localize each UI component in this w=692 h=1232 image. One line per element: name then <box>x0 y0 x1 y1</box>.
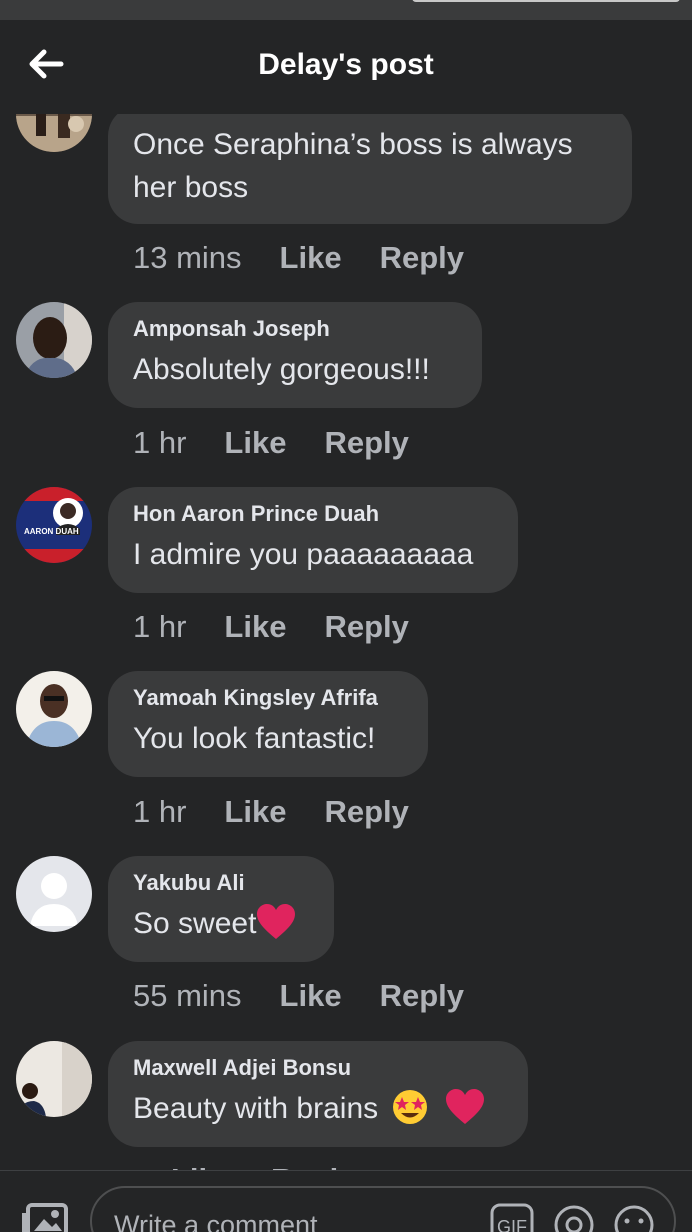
post-header: Delay's post <box>0 20 692 114</box>
reply-button[interactable]: Reply <box>271 1162 355 1170</box>
comment-text: I admire you paaaaaaaaa <box>133 538 474 571</box>
comment-text-line-1: Once Seraphina’s boss is always <box>133 128 573 161</box>
comment-text-row: So sweet <box>133 902 308 945</box>
comment-time: 1 hr <box>133 425 187 460</box>
comment-time: 13 mins <box>133 240 242 275</box>
reply-button[interactable]: Reply <box>380 978 464 1014</box>
reply-button[interactable]: Reply <box>324 794 408 830</box>
post-comments-screen: Once Seraphina’s boss is always her boss… <box>0 0 692 1232</box>
comment-text: You look fantastic! <box>133 722 376 755</box>
gif-button[interactable]: GIF <box>490 1203 534 1232</box>
comment-author[interactable]: Yakubu Ali <box>133 870 308 896</box>
avatar-caption: AARON DUAH <box>24 527 79 536</box>
like-button[interactable]: Like <box>224 609 286 645</box>
comment-meta: 1 hr Like Reply <box>133 609 409 645</box>
avatar-photo-icon <box>16 671 92 747</box>
star-struck-icon <box>393 1090 428 1125</box>
mention-button[interactable] <box>552 1203 596 1232</box>
reply-button[interactable]: Reply <box>324 425 408 461</box>
comment-bubble[interactable]: Amponsah Joseph Absolutely gorgeous!!! <box>108 302 482 408</box>
avatar-campaign-icon: AARON DUAH <box>16 487 92 563</box>
comment-text-row: Beauty with brains <box>133 1087 502 1130</box>
comment-composer: Write a comment GIF <box>0 1170 692 1232</box>
red-heart-icon <box>257 904 296 940</box>
reply-button[interactable]: Reply <box>380 240 464 276</box>
like-button[interactable]: Like <box>224 794 286 830</box>
comment-meta-partial: Like Reply <box>133 1162 355 1170</box>
photo-icon <box>22 1203 68 1232</box>
comment-bubble[interactable]: Hon Aaron Prince Duah I admire you paaaa… <box>108 487 518 593</box>
comment-author[interactable]: Hon Aaron Prince Duah <box>133 501 492 527</box>
reply-button[interactable]: Reply <box>324 609 408 645</box>
gif-label: GIF <box>497 1217 527 1232</box>
at-mention-icon <box>554 1205 594 1232</box>
comment-text: Beauty with brains <box>133 1092 379 1125</box>
like-button[interactable]: Like <box>224 425 286 461</box>
page-title: Delay's post <box>258 48 434 81</box>
avatar[interactable] <box>16 671 92 747</box>
comment-text-line-2: her boss <box>133 171 249 204</box>
red-heart-icon <box>445 1089 484 1125</box>
comment-text: Absolutely gorgeous!!! <box>133 353 430 386</box>
comment-author[interactable]: Yamoah Kingsley Afrifa <box>133 685 402 711</box>
comment-bubble[interactable]: Yamoah Kingsley Afrifa You look fantasti… <box>108 671 428 777</box>
comment-meta: 1 hr Like Reply <box>133 425 409 461</box>
comment-meta: 55 mins Like Reply <box>133 978 464 1014</box>
emoji-button[interactable] <box>612 1203 656 1232</box>
photo-button[interactable] <box>20 1201 74 1232</box>
comment-time: 1 hr <box>133 794 187 829</box>
like-button[interactable]: Like <box>280 978 342 1014</box>
default-avatar-icon <box>16 856 92 932</box>
comment-list[interactable]: Once Seraphina’s boss is always her boss… <box>0 0 692 1170</box>
comment-meta: 1 hr Like Reply <box>133 794 409 830</box>
comment-author[interactable]: Maxwell Adjei Bonsu <box>133 1055 502 1081</box>
comment-meta: 13 mins Like Reply <box>133 240 464 276</box>
avatar[interactable]: AARON DUAH <box>16 487 92 563</box>
avatar-photo-icon <box>16 302 92 378</box>
comment-author[interactable]: Amponsah Joseph <box>133 316 456 342</box>
emoji-smile-icon <box>614 1205 654 1232</box>
comment-bubble[interactable]: Yakubu Ali So sweet <box>108 856 334 962</box>
comment-text: So sweet <box>133 907 257 940</box>
comment-time: 55 mins <box>133 978 242 1013</box>
comment-time: 1 hr <box>133 609 187 644</box>
comment-bubble[interactable]: Once Seraphina’s boss is always her boss <box>108 106 632 224</box>
like-button[interactable]: Like <box>171 1162 233 1170</box>
avatar[interactable] <box>16 1041 92 1117</box>
comment-bubble[interactable]: Maxwell Adjei Bonsu Beauty with brains <box>108 1041 528 1147</box>
like-button[interactable]: Like <box>280 240 342 276</box>
avatar[interactable] <box>16 302 92 378</box>
avatar[interactable] <box>16 856 92 932</box>
avatar-photo-icon <box>16 1041 92 1117</box>
gif-icon: GIF <box>490 1203 534 1232</box>
